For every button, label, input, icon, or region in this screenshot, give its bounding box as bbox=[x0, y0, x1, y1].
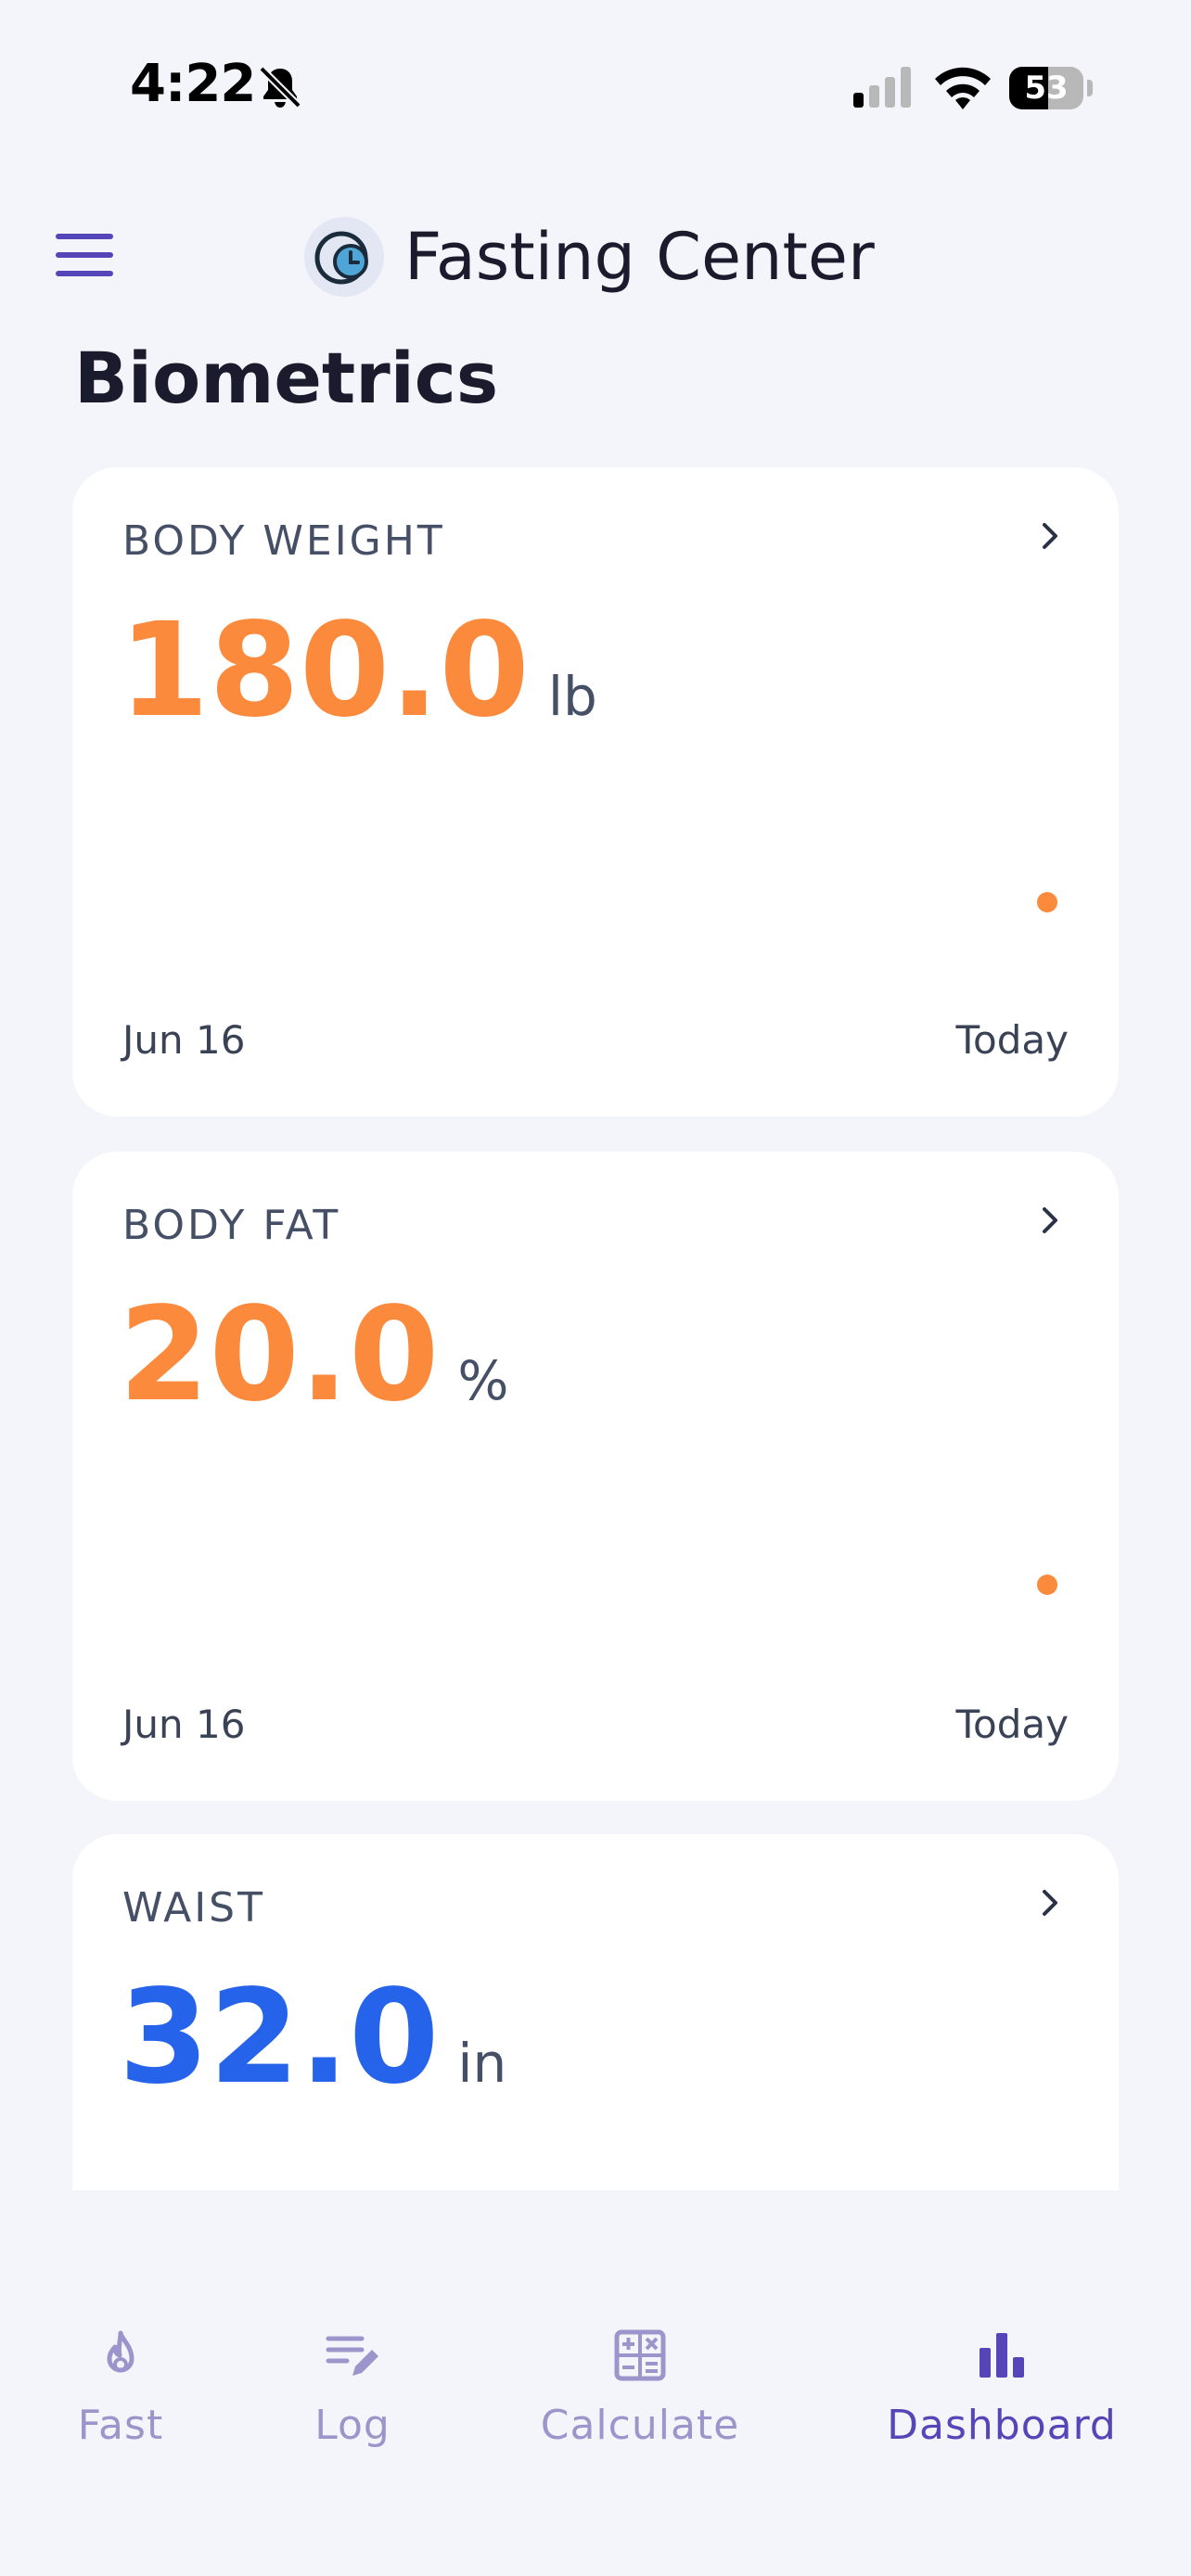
card-value: 32.0 in bbox=[119, 1964, 506, 2137]
body-fat-unit: % bbox=[457, 1349, 509, 1412]
body-fat-card[interactable]: BODY FAT 20.0% Jun 16 Today bbox=[72, 1152, 1119, 1801]
hamburger-menu-icon[interactable] bbox=[56, 234, 113, 276]
status-time: 4:22 bbox=[130, 54, 256, 114]
flame-icon bbox=[107, 2330, 134, 2373]
nav-item-fast[interactable]: Fast bbox=[46, 2263, 195, 2449]
chart-start-date: Jun 16 bbox=[122, 1702, 246, 1747]
clock-logo-icon bbox=[304, 217, 384, 297]
wifi-icon bbox=[935, 67, 991, 109]
nav-label-dashboard: Dashboard bbox=[887, 2402, 1117, 2449]
nav-item-calculate[interactable]: Calculate bbox=[519, 2263, 761, 2449]
battery-icon: 53 bbox=[1009, 67, 1093, 109]
chart-start-date: Jun 16 bbox=[122, 1017, 246, 1063]
body-weight-value: 180.0 bbox=[119, 595, 530, 746]
body-fat-value: 20.0 bbox=[119, 1280, 440, 1431]
chart-end-date: Today bbox=[955, 1702, 1069, 1747]
page-title: Biometrics bbox=[74, 337, 499, 419]
waist-card[interactable]: WAIST 32.0 in bbox=[72, 1834, 1119, 2190]
biometrics-list[interactable]: BODY WEIGHT 180.0 lb Jun 16 Today BODY FA… bbox=[0, 464, 1191, 2190]
nav-item-dashboard[interactable]: Dashboard bbox=[872, 2263, 1132, 2449]
body-weight-unit: lb bbox=[547, 665, 597, 728]
chart-data-point bbox=[1037, 892, 1057, 912]
battery-level: 53 bbox=[1024, 70, 1069, 107]
signal-icon bbox=[853, 67, 911, 108]
nav-label-calculate: Calculate bbox=[540, 2402, 740, 2449]
bell-slash-icon bbox=[259, 66, 301, 108]
card-label: BODY FAT bbox=[122, 1202, 341, 1249]
nav-item-log[interactable]: Log bbox=[278, 2263, 427, 2449]
waist-value: 32.0 bbox=[119, 1962, 440, 2113]
chevron-right-icon[interactable] bbox=[1037, 519, 1065, 553]
card-label: WAIST bbox=[122, 1884, 265, 1932]
nav-label-log: Log bbox=[314, 2402, 391, 2449]
card-label: BODY WEIGHT bbox=[122, 517, 445, 565]
body-weight-card[interactable]: BODY WEIGHT 180.0 lb Jun 16 Today bbox=[72, 467, 1119, 1116]
status-bar: 4:22 53 bbox=[0, 0, 1191, 139]
chevron-right-icon[interactable] bbox=[1037, 1886, 1065, 1919]
edit-list-icon bbox=[326, 2336, 378, 2376]
waist-unit: in bbox=[457, 2032, 507, 2095]
app-title: Fasting Center bbox=[404, 219, 875, 295]
card-value: 180.0 lb bbox=[119, 597, 597, 771]
bar-chart-icon bbox=[980, 2333, 1024, 2378]
bottom-nav: Fast Log Calculate Dashboard bbox=[0, 2263, 1191, 2576]
chart-data-point bbox=[1037, 1575, 1057, 1595]
chevron-right-icon[interactable] bbox=[1037, 1204, 1065, 1237]
card-value: 20.0% bbox=[119, 1282, 509, 1455]
calculator-icon bbox=[614, 2329, 666, 2381]
chart-end-date: Today bbox=[955, 1017, 1069, 1063]
nav-label-fast: Fast bbox=[77, 2402, 164, 2449]
